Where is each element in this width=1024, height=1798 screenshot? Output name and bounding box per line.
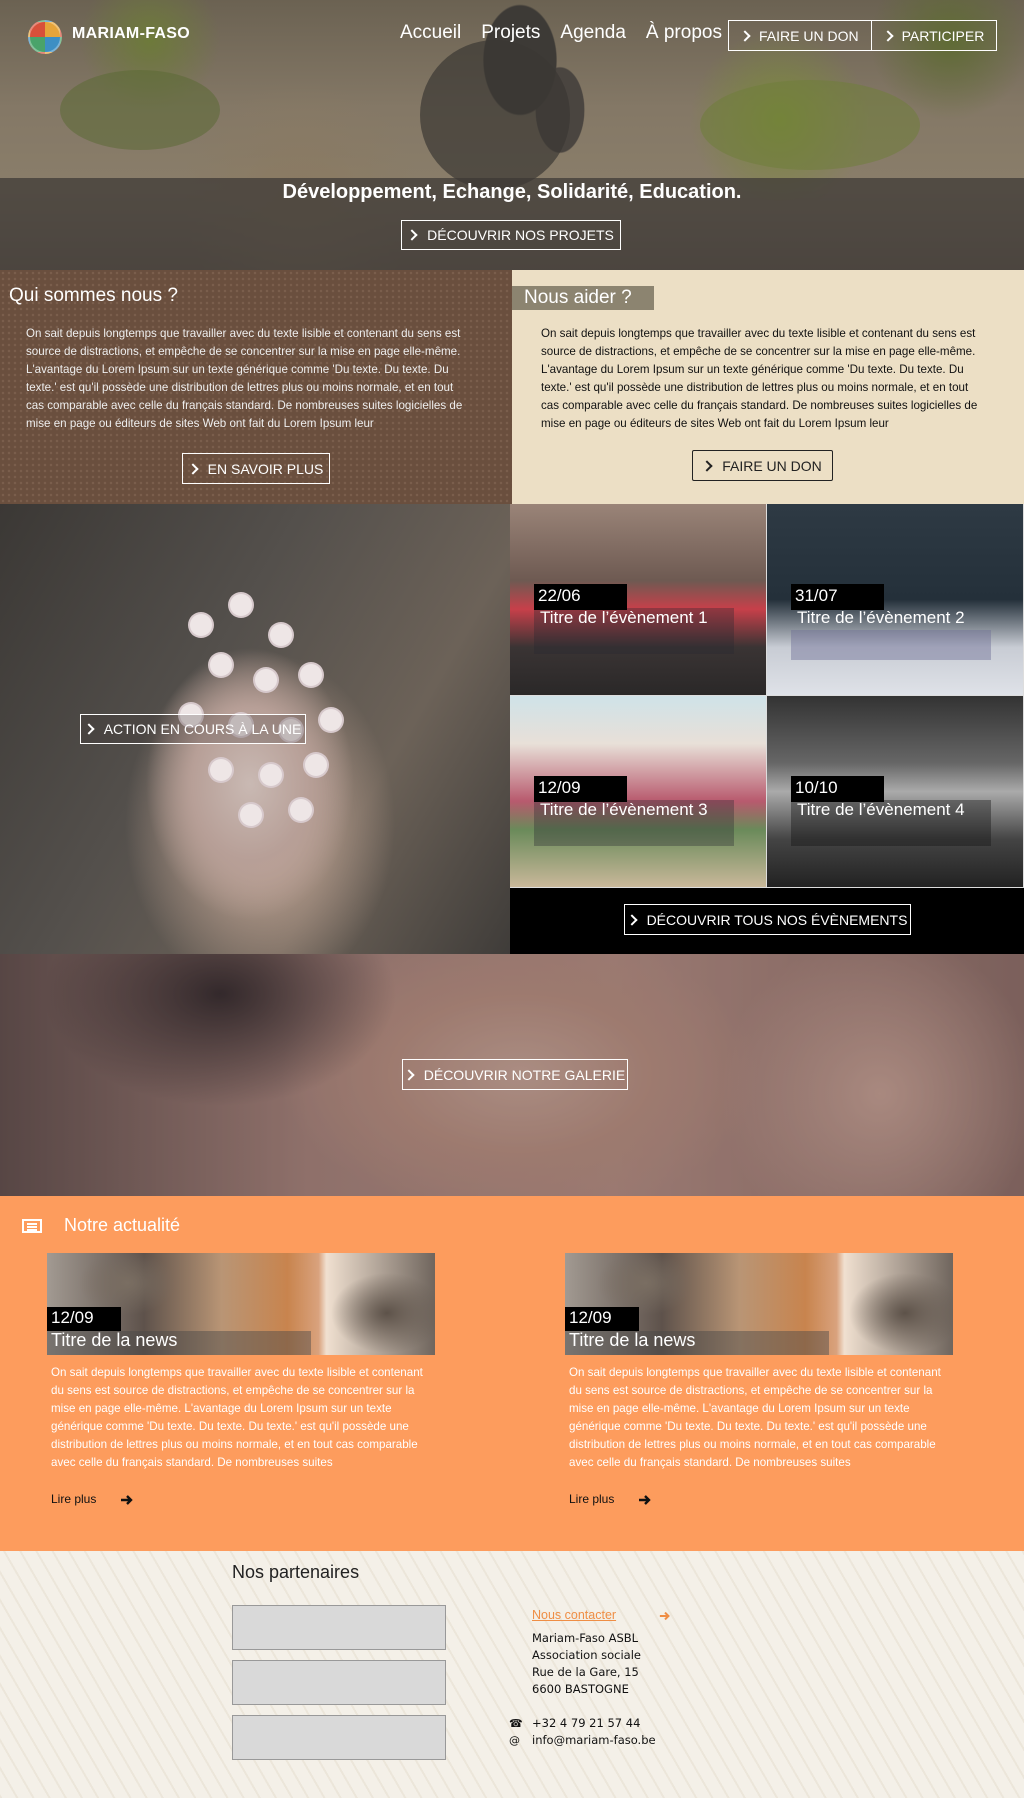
flower-decoration [320, 709, 342, 731]
chevron-right-icon [186, 462, 199, 475]
who-text: On sait depuis longtemps que travailler … [26, 327, 463, 430]
gallery-label: DÉCOUVRIR NOTRE GALERIE [423, 1066, 626, 1083]
arrow-right-icon[interactable] [638, 1494, 652, 1506]
page: MARIAM-FASO Accueil Projets Agenda À pro… [0, 0, 1024, 1798]
top-nav: MARIAM-FASO Accueil Projets Agenda À pro… [0, 0, 1024, 70]
participate-button[interactable]: PARTICIPER [870, 21, 997, 50]
discover-projects-button[interactable]: DÉCOUVRIR NOS PROJETS [401, 220, 621, 250]
event-overlay [791, 630, 991, 660]
gallery-button[interactable]: DÉCOUVRIR NOTRE GALERIE [402, 1059, 628, 1090]
event-title: Titre de l’évènement 1 [540, 608, 708, 627]
news-section-title: Notre actualité [64, 1215, 181, 1235]
flower-decoration [190, 614, 212, 636]
tagline: Développement, Echange, Solidarité, Educ… [282, 181, 742, 203]
news-date: 12/09 [565, 1307, 639, 1331]
email-address[interactable]: info@mariam-faso.be [532, 1733, 656, 1747]
news-title[interactable]: Titre de la news [51, 1330, 177, 1351]
chevron-right-icon [83, 723, 95, 735]
cta-group: FAIRE UN DON PARTICIPER [728, 20, 998, 51]
chevron-right-icon [739, 30, 751, 42]
menu-item-accueil[interactable]: Accueil [400, 22, 461, 44]
event-date: 10/10 [791, 776, 884, 802]
hero-foliage [700, 80, 920, 170]
partner-logo-slot[interactable] [232, 1605, 446, 1650]
news-text: On sait depuis longtemps que travailler … [569, 1366, 941, 1469]
donate-label: FAIRE UN DON [759, 28, 859, 44]
flower-decoration [260, 764, 282, 786]
featured-action-button[interactable]: ACTION EN COURS À LA UNE [80, 714, 306, 744]
address-line: Mariam-Faso ASBL [532, 1631, 639, 1645]
chevron-right-icon [406, 229, 418, 241]
flower-decoration [290, 799, 312, 821]
brand-name[interactable]: MARIAM-FASO [72, 25, 190, 43]
logo-icon[interactable] [28, 20, 62, 54]
learn-more-label: EN SAVOIR PLUS [207, 460, 324, 477]
event-card[interactable]: 22/06 Titre de l’évènement 1 [510, 504, 767, 696]
news-date: 12/09 [47, 1307, 121, 1331]
hero-foliage [60, 70, 220, 150]
footer [0, 1551, 1024, 1798]
chevron-right-icon [881, 30, 894, 42]
main-menu: Accueil Projets Agenda À propos [400, 22, 722, 44]
phone-number[interactable]: +32 4 79 21 57 44 [532, 1716, 640, 1730]
hero-section: MARIAM-FASO Accueil Projets Agenda À pro… [0, 0, 1024, 270]
help-text: On sait depuis longtemps que travailler … [541, 327, 978, 430]
address-line: Rue de la Gare, 15 [532, 1665, 639, 1679]
chevron-right-icon [701, 459, 713, 472]
arrow-right-icon[interactable] [659, 1610, 671, 1622]
events-grid: 22/06 Titre de l’évènement 1 31/07 Titre… [510, 504, 1024, 888]
news-title[interactable]: Titre de la news [569, 1330, 695, 1351]
flower-decoration [210, 759, 232, 781]
event-card[interactable]: 10/10 Titre de l’évènement 4 [767, 696, 1024, 888]
chevron-right-icon [625, 913, 638, 926]
participate-label: PARTICIPER [901, 28, 985, 44]
flower-decoration [270, 624, 292, 646]
help-donate-button[interactable]: FAIRE UN DON [692, 450, 833, 481]
partners-title: Nos partenaires [232, 1562, 360, 1582]
who-title: Qui sommes nous ? [9, 285, 178, 306]
help-donate-label: FAIRE UN DON [722, 457, 822, 474]
flower-decoration [255, 669, 277, 691]
flower-decoration [300, 664, 322, 686]
contact-link[interactable]: Nous contacter [532, 1608, 616, 1622]
event-title: Titre de l’évènement 2 [797, 608, 965, 627]
flower-decoration [305, 754, 327, 776]
event-date: 12/09 [534, 776, 627, 802]
donate-button[interactable]: FAIRE UN DON [729, 21, 871, 50]
address-line: Association sociale [532, 1648, 641, 1662]
address-line: 6600 BASTOGNE [532, 1682, 629, 1696]
event-title: Titre de l’évènement 3 [540, 800, 708, 819]
email-icon: @ [509, 1734, 520, 1747]
read-more-link[interactable]: Lire plus [51, 1492, 96, 1506]
event-date: 22/06 [534, 584, 627, 610]
event-title: Titre de l’évènement 4 [797, 800, 965, 819]
discover-projects-label: DÉCOUVRIR NOS PROJETS [427, 227, 614, 243]
event-card[interactable]: 31/07 Titre de l’évènement 2 [767, 504, 1024, 696]
newspaper-icon [22, 1219, 42, 1233]
featured-action-label: ACTION EN COURS À LA UNE [103, 721, 302, 737]
flower-decoration [240, 804, 262, 826]
event-date: 31/07 [791, 584, 884, 610]
flower-decoration [210, 654, 232, 676]
event-card[interactable]: 12/09 Titre de l’évènement 3 [510, 696, 767, 888]
help-title: Nous aider ? [524, 287, 632, 308]
menu-item-agenda[interactable]: Agenda [560, 22, 626, 44]
arrow-right-icon[interactable] [120, 1494, 134, 1506]
all-events-button[interactable]: DÉCOUVRIR TOUS NOS ÉVÈNEMENTS [624, 904, 911, 935]
learn-more-button[interactable]: EN SAVOIR PLUS [182, 453, 330, 484]
all-events-label: DÉCOUVRIR TOUS NOS ÉVÈNEMENTS [646, 911, 908, 928]
menu-item-a-propos[interactable]: À propos [646, 22, 722, 44]
chevron-right-icon [403, 1068, 415, 1081]
news-text: On sait depuis longtemps que travailler … [51, 1366, 423, 1469]
partner-logo-slot[interactable] [232, 1660, 446, 1705]
phone-icon: ☎ [509, 1717, 523, 1730]
partner-logo-slot[interactable] [232, 1715, 446, 1760]
flower-decoration [230, 594, 252, 616]
menu-item-projets[interactable]: Projets [481, 22, 540, 44]
read-more-link[interactable]: Lire plus [569, 1492, 614, 1506]
